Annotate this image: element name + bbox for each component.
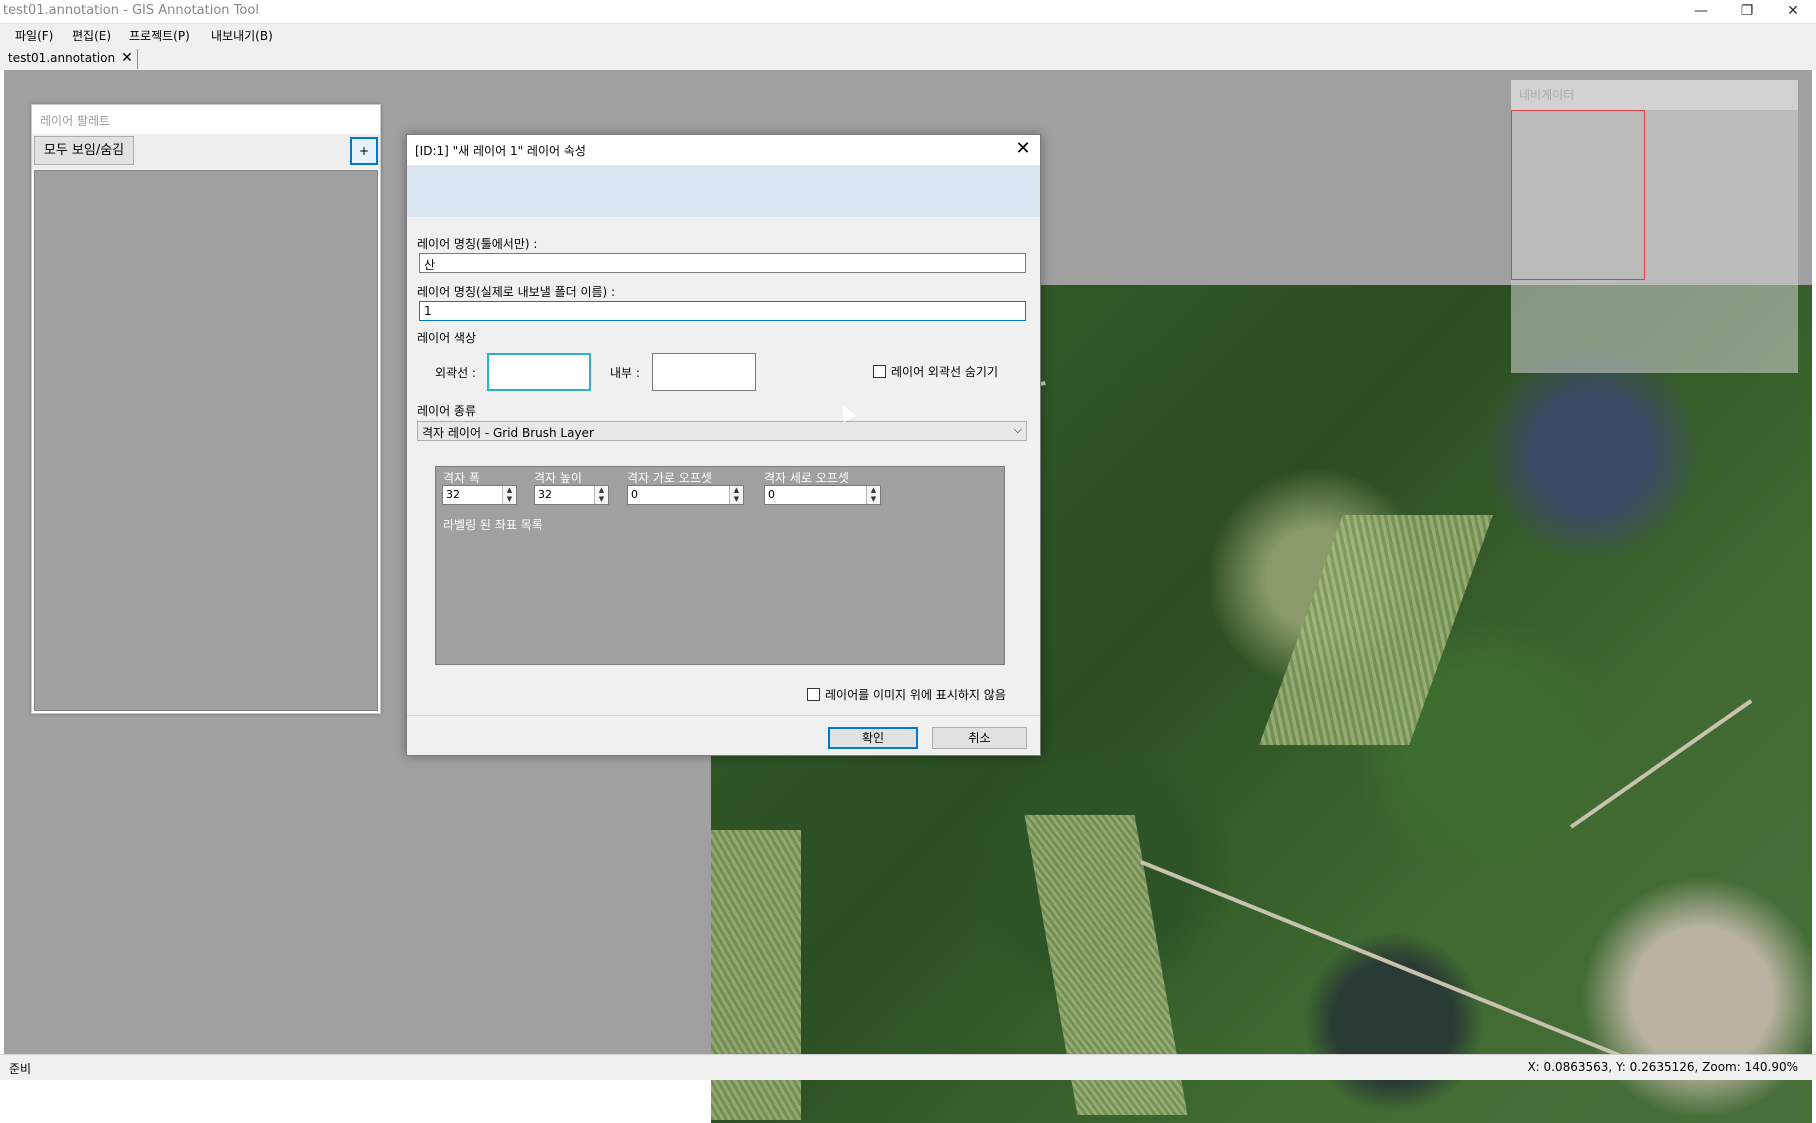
dialog-separator [407, 715, 1040, 716]
layer-properties-dialog: [ID:1] "새 레이어 1" 레이어 속성 ✕ 레이어 명칭(툴에서만) :… [406, 134, 1041, 756]
chevron-down-icon: ⌵ [1013, 423, 1022, 436]
grid-xoffset-value: 0 [631, 488, 638, 501]
coordinate-readout: X: 0.0863563, Y: 0.2635126, Zoom: 140.90… [1527, 1060, 1798, 1074]
restore-button[interactable]: ❐ [1724, 0, 1770, 24]
show-all-button[interactable]: 모두 보임/숨김 [34, 136, 134, 165]
stepper-arrows-icon[interactable]: ▲ ▼ [594, 486, 608, 504]
hide-outline-label: 레이어 외곽선 숨기기 [891, 365, 998, 379]
menu-project[interactable]: 프로젝트(P) [129, 27, 190, 44]
minimize-button[interactable]: — [1678, 0, 1724, 24]
add-layer-button[interactable]: + [350, 137, 378, 165]
name-export-input[interactable]: 1 [419, 301, 1026, 321]
grid-yoffset-stepper[interactable]: 0 ▲ ▼ [764, 485, 881, 505]
title-bar: test01.annotation - GIS Annotation Tool … [0, 0, 1816, 24]
tab-test01[interactable]: test01.annotation ✕ [4, 49, 138, 69]
inner-color-swatch[interactable] [652, 353, 756, 391]
tab-label: test01.annotation [8, 51, 116, 65]
color-label: 레이어 색상 [417, 331, 477, 345]
tab-bar: test01.annotation ✕ [0, 46, 1816, 70]
stepper-arrows-icon[interactable]: ▲ ▼ [729, 486, 743, 504]
hide-outline-checkbox[interactable] [873, 365, 886, 378]
dialog-title: [ID:1] "새 레이어 1" 레이어 속성 [415, 144, 586, 158]
name-export-label: 레이어 명칭(실제로 내보낼 폴더 이름) : [417, 285, 616, 299]
grid-yoffset-label: 격자 세로 오프셋 [764, 471, 849, 485]
name-tool-label: 레이어 명칭(툴에서만) : [417, 237, 538, 251]
inner-color-label: 내부 : [610, 366, 640, 380]
navigator-panel[interactable]: 네비게이터 [1511, 80, 1798, 373]
grid-width-stepper[interactable]: 32 ▲ ▼ [442, 485, 517, 505]
grid-height-value: 32 [538, 488, 552, 501]
palette-toolbar: 모두 보임/숨김 + [32, 134, 380, 169]
grid-yoffset-value: 0 [768, 488, 775, 501]
coords-list-label: 라벨링 된 좌표 목록 [443, 518, 543, 532]
grid-height-stepper[interactable]: 32 ▲ ▼ [534, 485, 609, 505]
dialog-titlebar[interactable]: [ID:1] "새 레이어 1" 레이어 속성 ✕ [407, 135, 1040, 165]
name-tool-input[interactable]: 산 [419, 253, 1026, 273]
field-patch [1259, 515, 1493, 745]
menu-export[interactable]: 내보내기(B) [211, 27, 273, 44]
ok-button[interactable]: 확인 [828, 727, 918, 749]
layer-type-select[interactable]: 격자 레이어 - Grid Brush Layer ⌵ [417, 421, 1027, 441]
grid-settings-panel: 격자 폭 32 ▲ ▼ 격자 높이 32 ▲ ▼ 격자 가로 오프셋 0 ▲ ▼ 격자… [435, 466, 1005, 665]
layer-type-value: 격자 레이어 - Grid Brush Layer [422, 426, 594, 440]
grid-width-label: 격자 폭 [443, 471, 480, 485]
outline-color-label: 외곽선 : [435, 366, 476, 380]
layer-palette: 레이어 팔레트 모두 보임/숨김 + [31, 104, 381, 714]
close-window-button[interactable]: ✕ [1770, 0, 1816, 24]
palette-title: 레이어 팔레트 [40, 114, 111, 128]
status-text: 준비 [9, 1062, 32, 1076]
layer-type-label: 레이어 종류 [417, 404, 477, 418]
cancel-button[interactable]: 취소 [932, 727, 1027, 749]
grid-width-value: 32 [446, 488, 460, 501]
menu-file[interactable]: 파일(F) [15, 27, 53, 44]
layer-list[interactable] [34, 170, 378, 711]
menu-bar: 파일(F) 편집(E) 프로젝트(P) 내보내기(B) [0, 24, 1816, 46]
grid-xoffset-stepper[interactable]: 0 ▲ ▼ [627, 485, 744, 505]
status-bar: 준비 X: 0.0863563, Y: 0.2635126, Zoom: 140… [0, 1054, 1816, 1080]
road [1140, 860, 1624, 1059]
tab-close-icon[interactable]: ✕ [121, 50, 133, 66]
no-display-label: 레이어를 이미지 위에 표시하지 않음 [825, 688, 1006, 702]
navigator-view-rect[interactable] [1511, 110, 1645, 280]
outline-color-swatch[interactable] [487, 353, 591, 391]
navigator-title: 네비게이터 [1519, 88, 1575, 102]
grid-height-label: 격자 높이 [534, 471, 582, 485]
dialog-close-icon[interactable]: ✕ [1012, 138, 1034, 160]
stepper-arrows-icon[interactable]: ▲ ▼ [866, 486, 880, 504]
menu-edit[interactable]: 편집(E) [72, 27, 111, 44]
road [1569, 699, 1753, 829]
no-display-checkbox[interactable] [807, 688, 820, 701]
dialog-banner [407, 165, 1040, 217]
window-title: test01.annotation - GIS Annotation Tool [3, 3, 259, 18]
grid-xoffset-label: 격자 가로 오프셋 [627, 471, 712, 485]
stepper-arrows-icon[interactable]: ▲ ▼ [502, 486, 516, 504]
